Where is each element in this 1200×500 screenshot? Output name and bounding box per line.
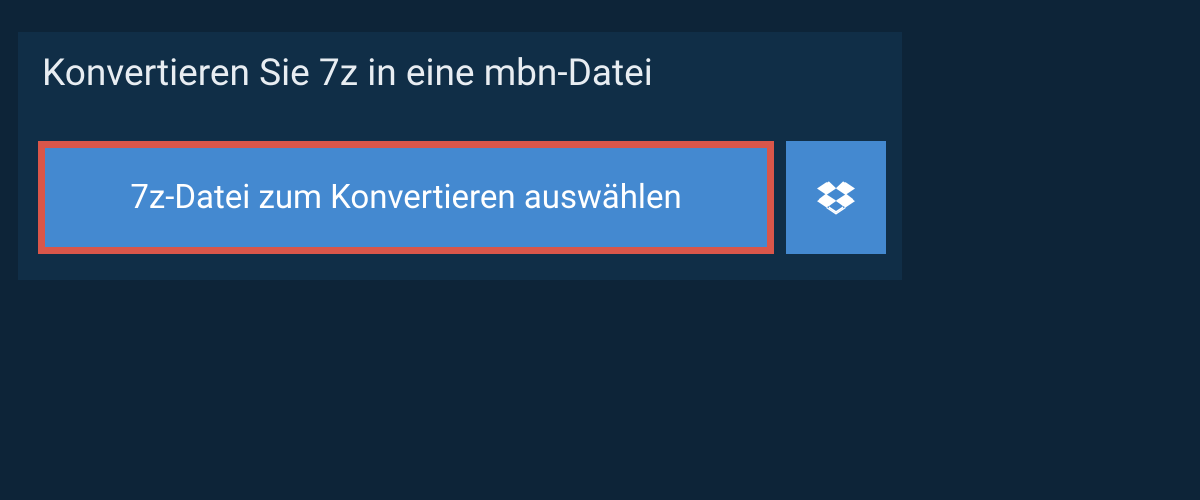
button-row: 7z-Datei zum Konvertieren auswählen — [18, 117, 902, 280]
select-file-button-label: 7z-Datei zum Konvertieren auswählen — [130, 178, 681, 217]
select-file-button[interactable]: 7z-Datei zum Konvertieren auswählen — [38, 141, 774, 254]
dropbox-icon — [817, 179, 855, 217]
converter-panel: Konvertieren Sie 7z in eine mbn-Datei 7z… — [18, 32, 902, 280]
dropbox-button[interactable] — [786, 141, 886, 254]
panel-title: Konvertieren Sie 7z in eine mbn-Datei — [18, 32, 677, 117]
